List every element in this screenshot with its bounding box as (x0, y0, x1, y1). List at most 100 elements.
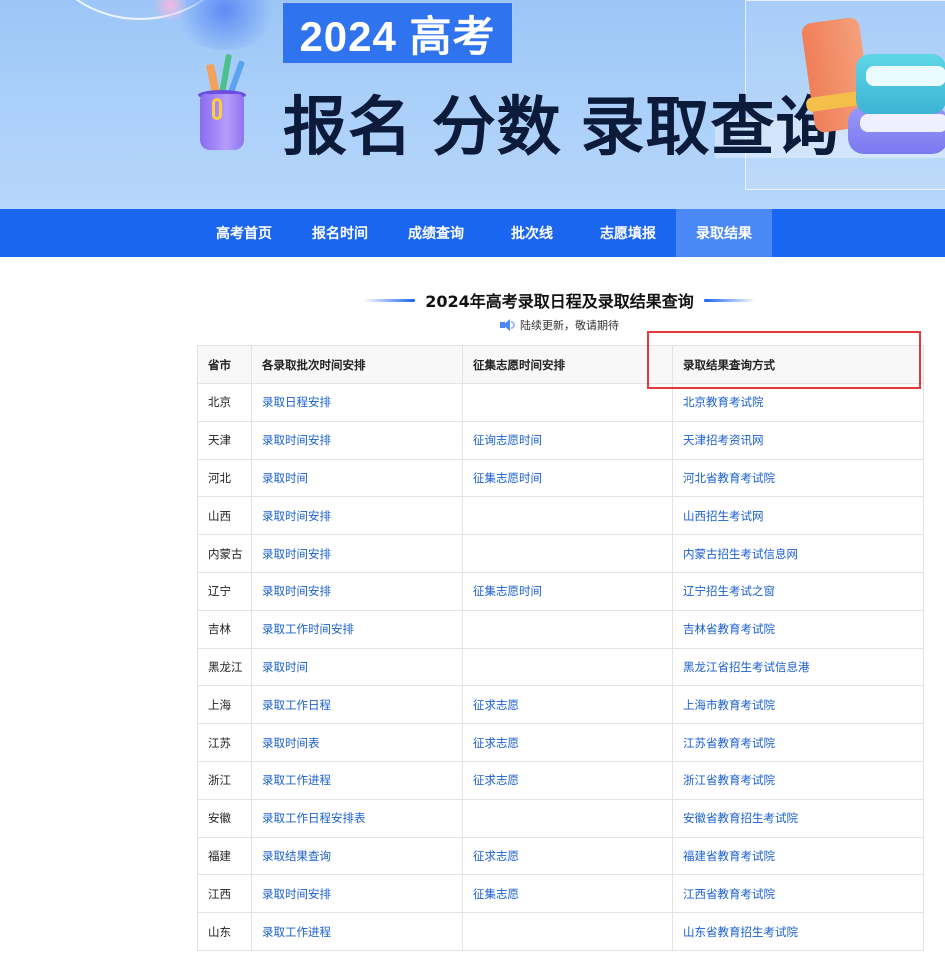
query-cell: 黑龙江省招生考试信息港 (672, 647, 924, 687)
province-cell: 安徽 (197, 798, 252, 838)
schedule-link[interactable]: 录取工作日程安排表 (262, 811, 366, 825)
query-link[interactable]: 天津招考资讯网 (683, 433, 764, 447)
province-cell: 北京 (197, 383, 252, 422)
query-link[interactable]: 山西招生考试网 (683, 509, 764, 523)
query-link[interactable]: 安徽省教育招生考试院 (683, 811, 798, 825)
nav-item-application[interactable]: 志愿填报 (580, 209, 676, 257)
province-cell: 辽宁 (197, 571, 252, 611)
schedule-link[interactable]: 录取时间安排 (262, 547, 331, 561)
speaker-icon (500, 319, 515, 331)
query-cell: 内蒙古招生考试信息网 (672, 534, 924, 573)
schedule-link[interactable]: 录取工作进程 (262, 925, 331, 939)
province-cell: 浙江 (197, 760, 252, 800)
query-link[interactable]: 黑龙江省招生考试信息港 (683, 660, 810, 674)
table-row: 天津 录取时间安排 征询志愿时间 天津招考资讯网 (197, 420, 924, 460)
table-row: 江西 录取时间安排 征集志愿 江西省教育考试院 (197, 874, 924, 914)
nav-item-admission-result[interactable]: 录取结果 (676, 209, 772, 257)
table-row: 河北 录取时间 征集志愿时间 河北省教育考试院 (197, 458, 924, 498)
schedule-cell: 录取时间表 (251, 723, 463, 762)
year-badge: 2024 高考 (282, 2, 513, 64)
collect-cell: 征求志愿 (462, 723, 673, 762)
collect-link[interactable]: 征求志愿 (473, 773, 519, 787)
query-link[interactable]: 江西省教育考试院 (683, 887, 775, 901)
query-link[interactable]: 河北省教育考试院 (683, 471, 775, 485)
schedule-link[interactable]: 录取工作进程 (262, 773, 331, 787)
nav-item-home[interactable]: 高考首页 (196, 209, 292, 257)
notice-text: 陆续更新，敬请期待 (520, 319, 619, 332)
collect-cell: 征求志愿 (462, 836, 673, 876)
query-link[interactable]: 上海市教育考试院 (683, 698, 775, 712)
collect-cell: 征集志愿时间 (462, 571, 673, 611)
table-row: 浙江 录取工作进程 征求志愿 浙江省教育考试院 (197, 760, 924, 800)
collect-link[interactable]: 征求志愿 (473, 849, 519, 863)
schedule-link[interactable]: 录取时间表 (262, 736, 320, 750)
title-divider-right (703, 298, 756, 302)
schedule-link[interactable]: 录取时间安排 (262, 509, 331, 523)
schedule-link[interactable]: 录取工作时间安排 (262, 622, 354, 636)
collect-cell (462, 534, 673, 573)
nav-item-batch-line[interactable]: 批次线 (484, 209, 580, 257)
schedule-link[interactable]: 录取结果查询 (262, 849, 331, 863)
query-cell: 北京教育考试院 (672, 383, 924, 422)
province-cell: 上海 (197, 685, 252, 725)
header-batch-schedule: 各录取批次时间安排 (251, 345, 463, 384)
collect-cell: 征集志愿时间 (462, 458, 673, 498)
schedule-cell: 录取工作日程安排表 (251, 798, 463, 838)
collect-cell (462, 609, 673, 649)
collect-cell (462, 383, 673, 422)
query-link[interactable]: 北京教育考试院 (683, 395, 764, 409)
schedule-link[interactable]: 录取时间安排 (262, 584, 331, 598)
province-cell: 吉林 (197, 609, 252, 649)
province-cell: 山东 (197, 912, 252, 951)
banner-headline: 报名 分数 录取查询 (283, 91, 841, 163)
table-row: 上海 录取工作日程 征求志愿 上海市教育考试院 (197, 685, 924, 725)
schedule-cell: 录取时间安排 (251, 420, 463, 460)
table-body: 北京 录取日程安排 北京教育考试院 天津 录取时间安排 征询志愿时间 天津招考资讯网 河北 录取… (197, 383, 924, 951)
main-nav: 高考首页 报名时间 成绩查询 批次线 志愿填报 录取结果 (0, 209, 945, 257)
query-link[interactable]: 江苏省教育考试院 (683, 736, 775, 750)
collect-link[interactable]: 征集志愿时间 (473, 471, 542, 485)
schedule-link[interactable]: 录取时间安排 (262, 887, 331, 901)
query-link[interactable]: 内蒙古招生考试信息网 (683, 547, 798, 561)
collect-cell (462, 647, 673, 687)
schedule-cell: 录取日程安排 (251, 383, 463, 422)
nav-item-score-query[interactable]: 成绩查询 (388, 209, 484, 257)
province-cell: 江西 (197, 874, 252, 914)
collect-cell: 征集志愿 (462, 874, 673, 914)
title-divider-left (363, 298, 416, 302)
query-cell: 上海市教育考试院 (672, 685, 924, 725)
query-link[interactable]: 吉林省教育考试院 (683, 622, 775, 636)
table-row: 山东 录取工作进程 山东省教育招生考试院 (197, 912, 924, 951)
collect-link[interactable]: 征求志愿 (473, 736, 519, 750)
schedule-link[interactable]: 录取日程安排 (262, 395, 331, 409)
query-link[interactable]: 山东省教育招生考试院 (683, 925, 798, 939)
collect-cell: 征求志愿 (462, 685, 673, 725)
schedule-link[interactable]: 录取工作日程 (262, 698, 331, 712)
schedule-cell: 录取工作进程 (251, 912, 463, 951)
schedule-link[interactable]: 录取时间 (262, 471, 308, 485)
table-row: 吉林 录取工作时间安排 吉林省教育考试院 (197, 609, 924, 649)
admission-table: 省市 各录取批次时间安排 征集志愿时间安排 录取结果查询方式 北京 录取日程安排 北… (197, 345, 924, 951)
section-title: 2024年高考录取日程及录取结果查询 (425, 292, 694, 311)
nav-item-registration-time[interactable]: 报名时间 (292, 209, 388, 257)
query-cell: 福建省教育考试院 (672, 836, 924, 876)
collect-link[interactable]: 征求志愿 (473, 698, 519, 712)
table-row: 山西 录取时间安排 山西招生考试网 (197, 496, 924, 536)
query-cell: 山西招生考试网 (672, 496, 924, 536)
query-link[interactable]: 辽宁招生考试之窗 (683, 584, 775, 598)
schedule-link[interactable]: 录取时间 (262, 660, 308, 674)
collect-link[interactable]: 征集志愿 (473, 887, 519, 901)
table-row: 内蒙古 录取时间安排 内蒙古招生考试信息网 (197, 534, 924, 573)
year-badge-text: 2024 高考 (299, 12, 496, 60)
header-province: 省市 (197, 345, 252, 384)
query-link[interactable]: 福建省教育考试院 (683, 849, 775, 863)
header-result-query: 录取结果查询方式 (672, 345, 924, 384)
table-header-row: 省市 各录取批次时间安排 征集志愿时间安排 录取结果查询方式 (197, 345, 924, 384)
schedule-link[interactable]: 录取时间安排 (262, 433, 331, 447)
query-cell: 天津招考资讯网 (672, 420, 924, 460)
query-cell: 山东省教育招生考试院 (672, 912, 924, 951)
query-link[interactable]: 浙江省教育考试院 (683, 773, 775, 787)
collect-link[interactable]: 征询志愿时间 (473, 433, 542, 447)
collect-link[interactable]: 征集志愿时间 (473, 584, 542, 598)
pen-holder-icon (196, 53, 252, 154)
